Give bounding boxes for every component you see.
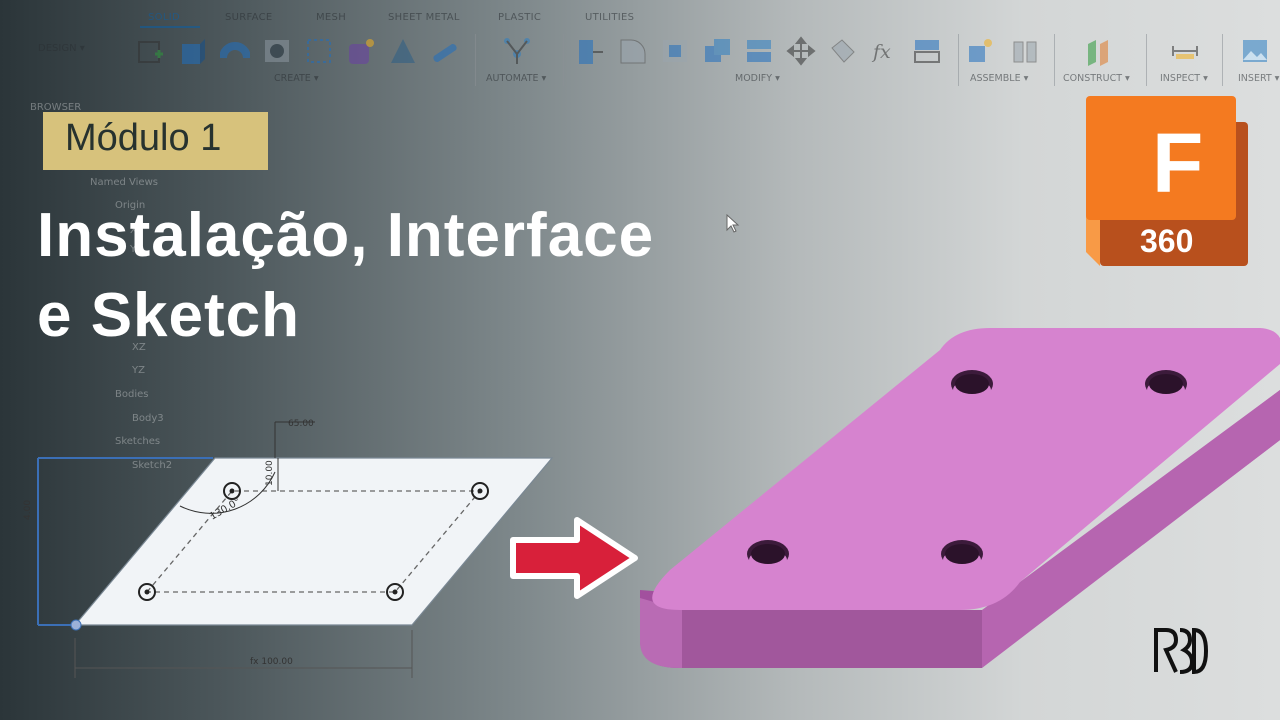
cylinder-icon[interactable] xyxy=(430,36,460,66)
toolbar-separator xyxy=(958,34,959,86)
tab-utilities[interactable]: UTILITIES xyxy=(585,12,634,23)
tree-item[interactable]: Named Views xyxy=(90,177,158,188)
move-icon[interactable] xyxy=(786,36,816,66)
joint-icon[interactable] xyxy=(1010,36,1040,66)
arrow-right-icon xyxy=(510,517,638,599)
tab-plastic[interactable]: PLASTIC xyxy=(498,12,541,23)
dim-bottom[interactable]: fx 100.00 xyxy=(250,657,293,667)
fillet-icon[interactable] xyxy=(618,36,648,66)
mouse-cursor-icon xyxy=(726,214,740,233)
rectangular-pattern-icon[interactable] xyxy=(304,36,334,66)
shell-icon[interactable] xyxy=(660,36,690,66)
group-assemble[interactable]: ASSEMBLE ▾ xyxy=(970,73,1028,84)
tree-item[interactable]: YZ xyxy=(132,365,145,376)
tab-solid[interactable]: SOLID xyxy=(148,12,180,23)
measure-icon[interactable] xyxy=(1170,36,1200,66)
hole-icon[interactable] xyxy=(262,36,292,66)
split-body-icon[interactable] xyxy=(744,36,774,66)
group-automate[interactable]: AUTOMATE ▾ xyxy=(486,73,546,84)
tab-surface[interactable]: SURFACE xyxy=(225,12,273,23)
svg-text:fx: fx xyxy=(871,41,891,63)
group-inspect[interactable]: INSPECT ▾ xyxy=(1160,73,1208,84)
group-create[interactable]: CREATE ▾ xyxy=(274,73,319,84)
dim-offset[interactable]: 10.00 xyxy=(265,460,275,486)
active-tab-indicator xyxy=(140,26,200,28)
toolbar-separator xyxy=(1054,34,1055,86)
extrude-icon[interactable] xyxy=(178,36,208,66)
parameters-icon[interactable]: fx xyxy=(870,36,900,66)
dim-top[interactable]: 65.00 xyxy=(288,419,314,429)
group-insert[interactable]: INSERT ▾ xyxy=(1238,73,1279,84)
compute-icon[interactable] xyxy=(912,36,942,66)
module-label: Módulo 1 xyxy=(65,117,222,159)
insert-image-icon[interactable] xyxy=(1240,36,1270,66)
group-construct[interactable]: CONSTRUCT ▾ xyxy=(1063,73,1130,84)
toolbar-separator xyxy=(563,34,564,86)
create-sketch-icon[interactable] xyxy=(135,36,165,66)
form-icon[interactable] xyxy=(346,36,376,66)
tree-item[interactable]: Bodies xyxy=(115,389,148,400)
toolbar-separator xyxy=(1146,34,1147,86)
offset-plane-icon[interactable] xyxy=(1084,36,1114,66)
logo-number: 360 xyxy=(1140,223,1193,259)
sketch-drawing: 130.0° 10.00 65.00 fx 100.00 4.00 xyxy=(23,419,554,678)
dim-left[interactable]: 4.00 xyxy=(23,500,33,520)
tab-sheet-metal[interactable]: SHEET METAL xyxy=(388,12,460,23)
rbd-logo-icon xyxy=(1154,627,1209,675)
fusion-360-logo-icon: F 360 xyxy=(1086,96,1248,266)
group-modify[interactable]: MODIFY ▾ xyxy=(735,73,780,84)
pyramid-icon[interactable] xyxy=(388,36,418,66)
logo-letter: F xyxy=(1152,116,1203,210)
align-icon[interactable] xyxy=(828,36,858,66)
tab-mesh[interactable]: MESH xyxy=(316,12,346,23)
title-line-1: Instalação, Interface xyxy=(37,201,655,270)
automate-icon[interactable] xyxy=(502,36,532,66)
toolbar-separator xyxy=(1222,34,1223,86)
revolve-icon[interactable] xyxy=(220,36,250,66)
press-pull-icon[interactable] xyxy=(576,36,606,66)
toolbar-separator xyxy=(475,34,476,86)
ribbon-toolbar: SOLID SURFACE MESH SHEET METAL PLASTIC U… xyxy=(0,0,1280,96)
combine-icon[interactable] xyxy=(702,36,732,66)
new-component-icon[interactable] xyxy=(966,36,996,66)
workspace-dropdown[interactable]: DESIGN ▾ xyxy=(38,43,85,54)
